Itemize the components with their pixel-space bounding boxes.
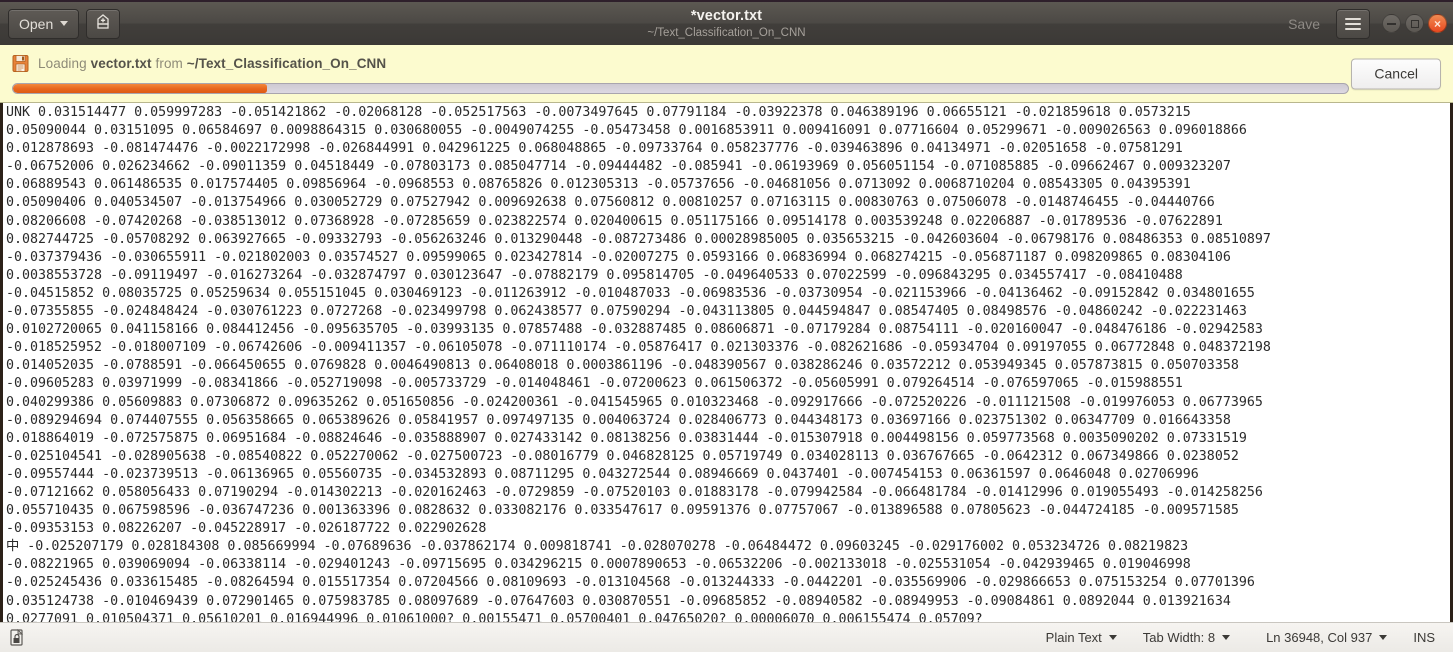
- tab-width-label: Tab Width: 8: [1142, 630, 1216, 645]
- save-button[interactable]: Save: [1280, 9, 1328, 39]
- cursor-position-label: Ln 36948, Col 937: [1266, 630, 1373, 645]
- editor-line: -0.025245436 0.033615485 -0.08264594 0.0…: [6, 575, 1255, 591]
- cancel-button-label: Cancel: [1374, 65, 1418, 82]
- editor-line: -0.07355855 -0.024848424 -0.030761223 0.…: [6, 304, 1247, 320]
- loading-progress-fill: [13, 84, 267, 93]
- loading-infobar: Loading vector.txt from ~/Text_Classific…: [0, 45, 1453, 103]
- window-subtitle-path: ~/Text_Classification_On_CNN: [647, 26, 806, 39]
- loading-middle: from: [155, 55, 183, 71]
- read-only-lock-icon: [8, 628, 26, 647]
- editor-line: 0.0038553728 -0.09119497 -0.016273264 -0…: [6, 267, 1183, 283]
- hamburger-menu-icon: [1345, 17, 1361, 30]
- editor-line: -0.09557444 -0.023739513 -0.06136965 0.0…: [6, 466, 1199, 482]
- editor-line: 0.06889543 0.061486535 0.017574405 0.098…: [6, 177, 1191, 193]
- language-label: Plain Text: [1045, 630, 1102, 645]
- loading-filename: vector.txt: [90, 55, 152, 71]
- maximize-icon: [1410, 19, 1419, 28]
- titlebar-right-controls: Save ×: [1280, 8, 1447, 39]
- gedit-window: Open *vector.txt ~/Text_Classification_O…: [0, 0, 1453, 652]
- editor-line: 0.08206608 -0.07420268 -0.038513012 0.07…: [6, 213, 1223, 229]
- insert-mode-label: INS: [1413, 630, 1435, 645]
- loading-message-row: Loading vector.txt from ~/Text_Classific…: [12, 52, 1441, 74]
- editor-line: 0.012878693 -0.081474476 -0.0022172998 -…: [6, 141, 1183, 157]
- editor-line: 0.055710435 0.067598596 -0.036747236 0.0…: [6, 503, 1239, 519]
- editor-line: -0.089294694 0.074407555 0.056358665 0.0…: [6, 412, 1231, 428]
- editor-line: -0.04515852 0.08035725 0.05259634 0.0551…: [6, 285, 1255, 301]
- window-controls: ×: [1382, 14, 1447, 33]
- editor-line: 0.05090406 0.040534507 -0.013754966 0.03…: [6, 195, 1215, 211]
- chevron-down-icon: [1379, 635, 1388, 640]
- statusbar: Plain Text Tab Width: 8 Ln 36948, Col 93…: [0, 622, 1453, 652]
- document-save-icon: [12, 54, 29, 73]
- chevron-down-icon: [1222, 635, 1231, 640]
- editor-line: 中 -0.025207179 0.028184308 0.085669994 -…: [6, 539, 1189, 555]
- minimize-icon: [1387, 22, 1396, 25]
- editor-line: -0.09353153 0.08226207 -0.045228917 -0.0…: [6, 521, 487, 537]
- chevron-down-icon: [60, 21, 69, 26]
- editor-line: -0.07121662 0.058056433 0.07190294 -0.01…: [6, 484, 1263, 500]
- cursor-position-selector[interactable]: Ln 36948, Col 937: [1253, 626, 1400, 650]
- titlebar-left-controls: Open: [8, 8, 121, 39]
- language-selector[interactable]: Plain Text: [1033, 626, 1130, 650]
- editor-line: 0.082744725 -0.05708292 0.063927665 -0.0…: [6, 231, 1271, 247]
- new-document-icon: [94, 13, 112, 34]
- editor-line: 0.014052035 -0.0788591 -0.066450655 0.07…: [6, 358, 1239, 374]
- loading-progress-bar: [12, 83, 1349, 94]
- loading-message: Loading vector.txt from ~/Text_Classific…: [38, 56, 386, 71]
- editor-lines-container: UNK 0.031514477 0.059997283 -0.051421862…: [3, 103, 1450, 622]
- editor-line: 0.018864019 -0.072575875 0.06951684 -0.0…: [6, 430, 1247, 446]
- tab-width-selector[interactable]: Tab Width: 8: [1130, 626, 1243, 650]
- open-button[interactable]: Open: [8, 8, 80, 39]
- editor-line: -0.025104541 -0.028905638 -0.08540822 0.…: [6, 448, 1239, 464]
- editor-line: 0.0277091 0.010504371 0.05610201 0.01694…: [6, 611, 983, 622]
- new-document-button[interactable]: [86, 8, 121, 39]
- loading-path: ~/Text_Classification_On_CNN: [186, 55, 387, 71]
- progress-row: [12, 83, 1441, 94]
- editor-line: -0.037379436 -0.030655911 -0.021802003 0…: [6, 249, 1231, 265]
- editor-line: 0.05090044 0.03151095 0.06584697 0.00988…: [6, 123, 1247, 139]
- editor-line: -0.018525952 -0.018007109 -0.06742606 -0…: [6, 340, 1271, 356]
- editor-line: UNK 0.031514477 0.059997283 -0.051421862…: [6, 105, 1191, 120]
- chevron-down-icon: [1108, 635, 1117, 640]
- save-button-label: Save: [1288, 15, 1320, 32]
- menu-button[interactable]: [1336, 8, 1370, 39]
- editor-line: 0.040299386 0.05609883 0.07306872 0.0963…: [6, 394, 1263, 410]
- close-icon: ×: [1433, 16, 1441, 31]
- editor-text-area[interactable]: UNK 0.031514477 0.059997283 -0.051421862…: [0, 103, 1453, 622]
- editor-line: -0.06752006 0.026234662 -0.09011359 0.04…: [6, 159, 1231, 175]
- maximize-button[interactable]: [1405, 14, 1424, 33]
- editor-line: -0.09605283 0.03971999 -0.08341866 -0.05…: [6, 376, 1183, 392]
- close-button[interactable]: ×: [1428, 14, 1447, 33]
- minimize-button[interactable]: [1382, 14, 1401, 33]
- loading-prefix: Loading: [38, 55, 87, 71]
- insert-mode-indicator: INS: [1400, 626, 1439, 650]
- open-button-label: Open: [19, 15, 54, 32]
- titlebar-title-block: *vector.txt ~/Text_Classification_On_CNN: [0, 2, 1453, 47]
- cancel-button[interactable]: Cancel: [1351, 58, 1441, 89]
- window-title: *vector.txt: [690, 7, 763, 24]
- editor-line: -0.08221965 0.039069094 -0.06338114 -0.0…: [6, 557, 1191, 573]
- editor-line: 0.035124738 -0.010469439 0.072901465 0.0…: [6, 593, 1231, 609]
- titlebar: Open *vector.txt ~/Text_Classification_O…: [0, 0, 1453, 45]
- statusbar-right-group: Plain Text Tab Width: 8 Ln 36948, Col 93…: [1033, 626, 1439, 650]
- editor-line: 0.0102720065 0.041158166 0.084412456 -0.…: [6, 322, 1263, 338]
